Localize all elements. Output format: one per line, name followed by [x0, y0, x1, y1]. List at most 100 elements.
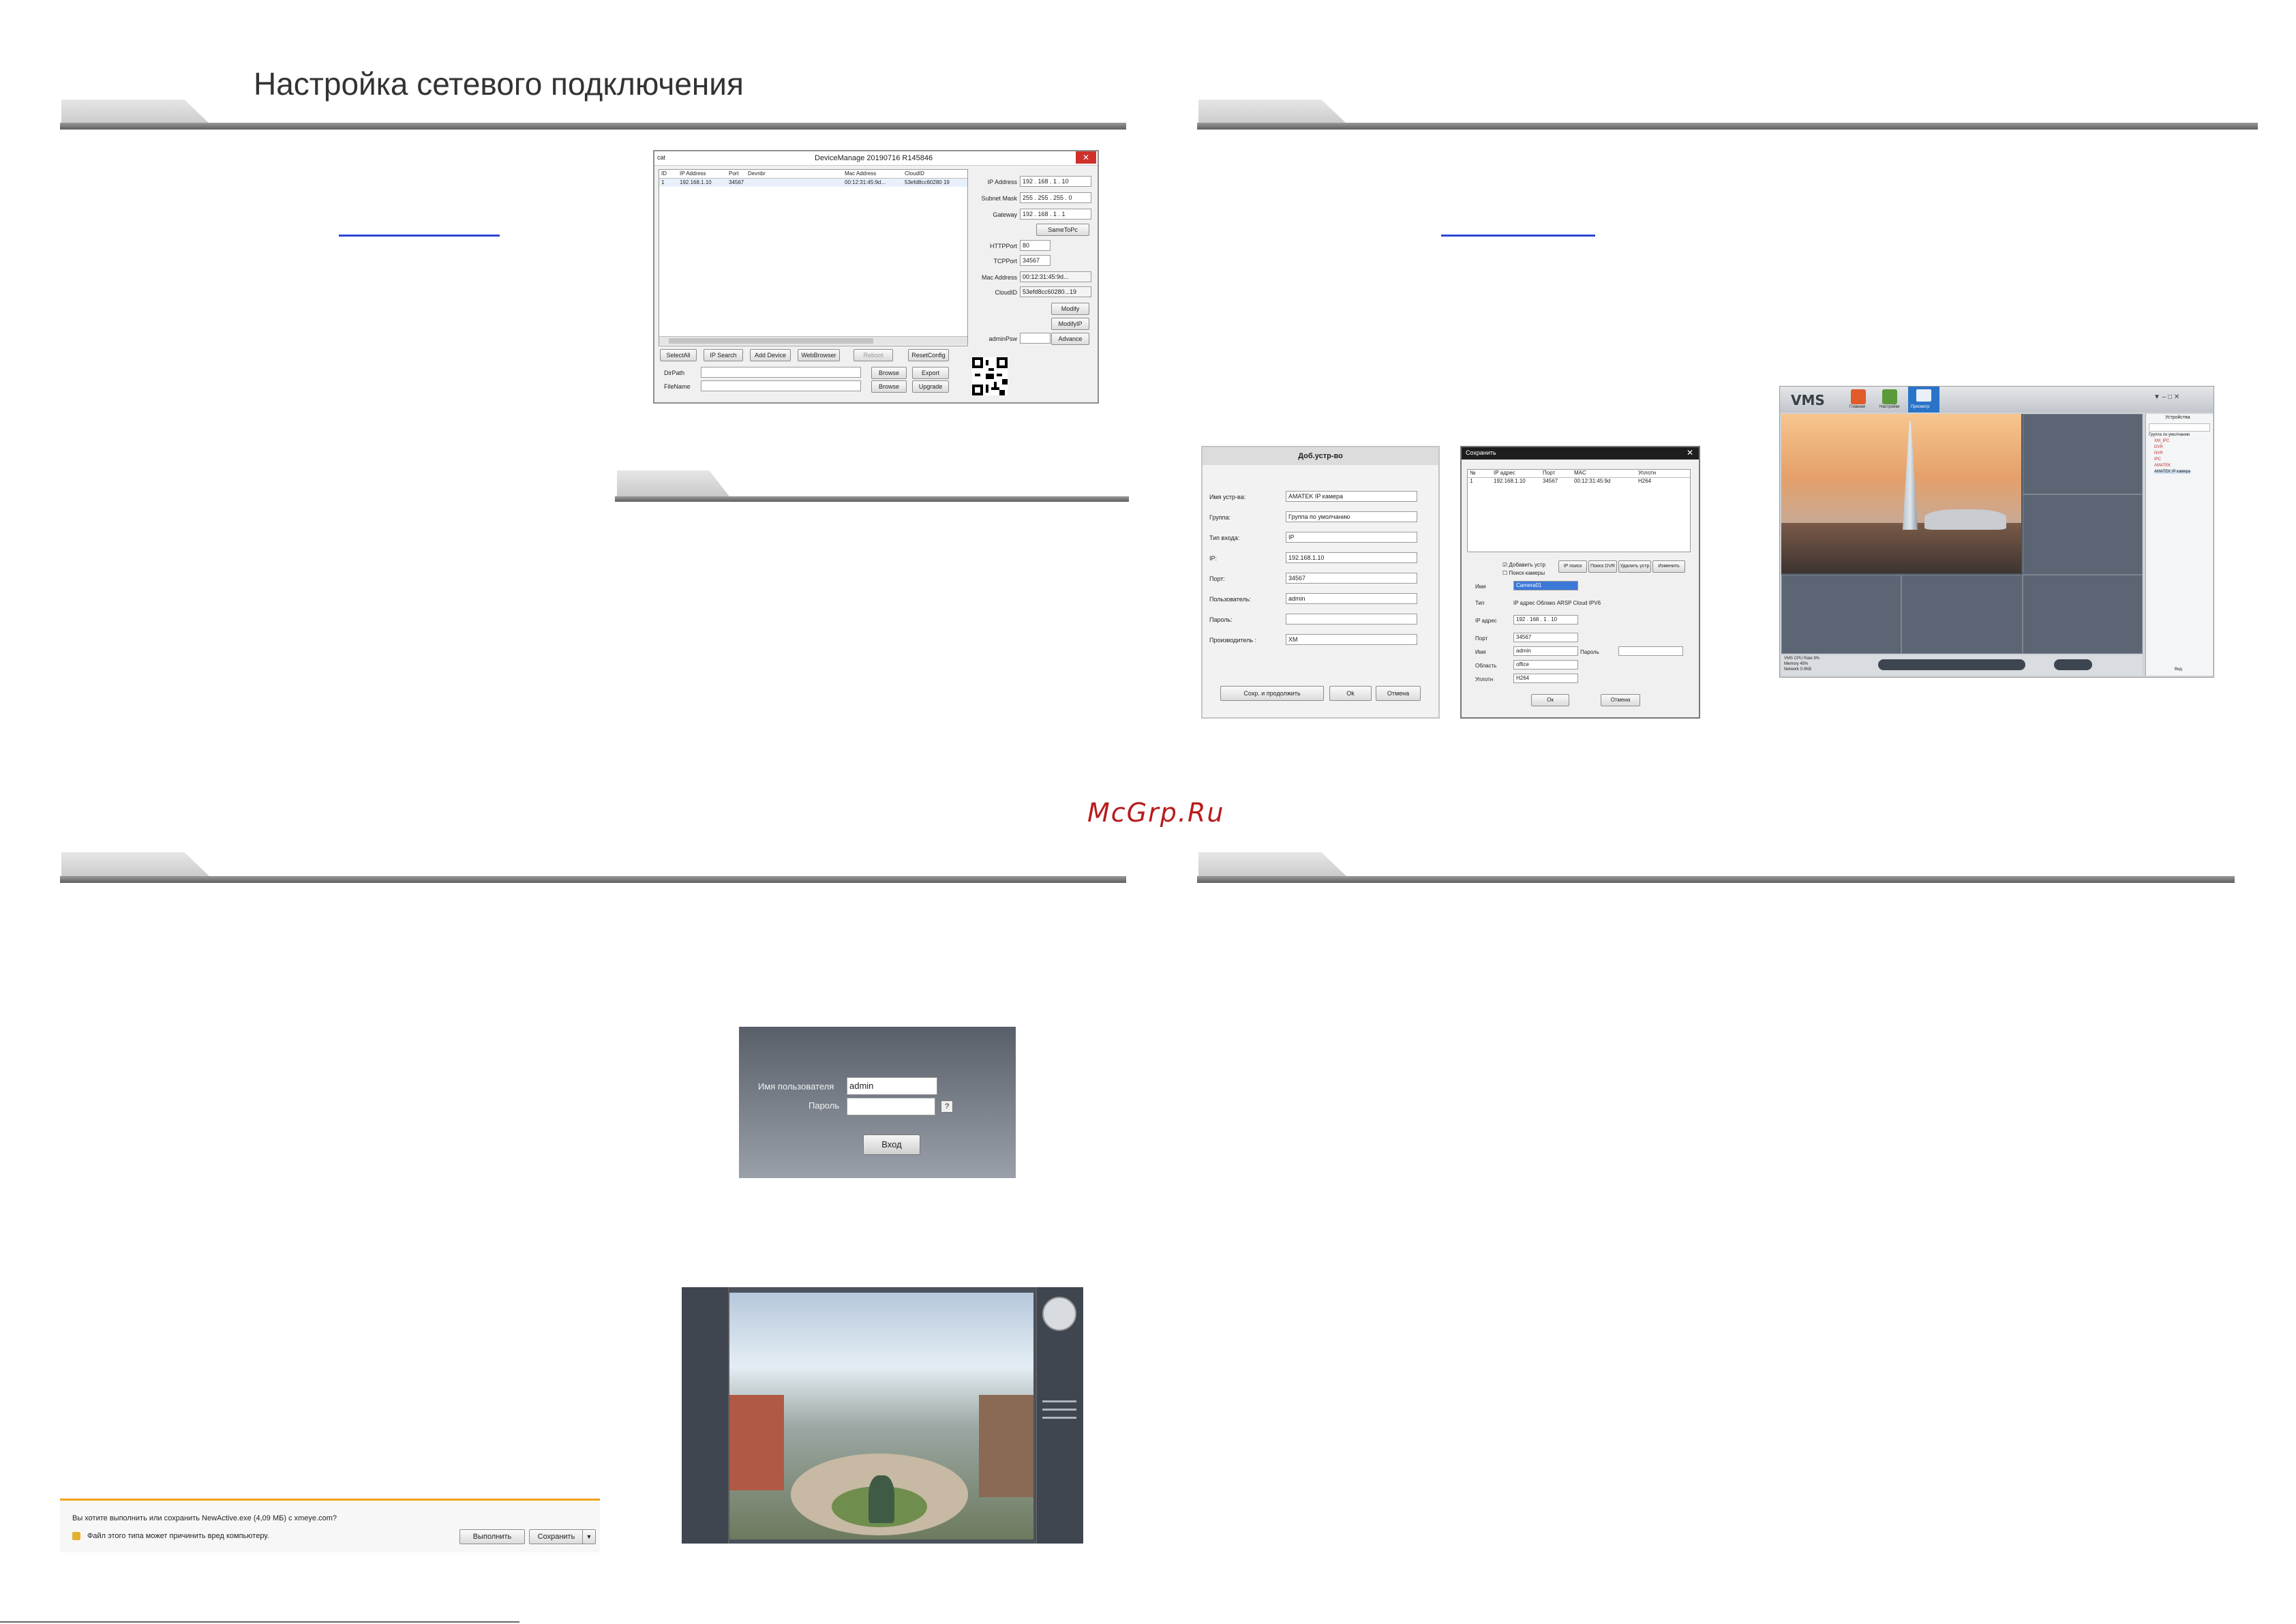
type-options[interactable]: IP адрес Облако ARSP Cloud IPV6 [1513, 600, 1601, 606]
vendor-select[interactable]: XM [1286, 634, 1417, 645]
gateway-field[interactable]: 192 . 168 . 1 . 1 [1020, 209, 1091, 220]
advance-button[interactable]: Advance [1051, 333, 1089, 345]
label-gateway: Gateway [993, 211, 1017, 218]
section-tab-mid-left [617, 470, 729, 496]
settings-tab-icon[interactable] [1882, 389, 1897, 404]
video-cell-3[interactable] [2023, 494, 2143, 575]
web-client-live-image[interactable] [729, 1293, 1033, 1539]
ip-address-field[interactable]: 192 . 168 . 1 . 10 [1020, 176, 1091, 187]
table-row[interactable]: 1 192.168.1.10 34567 00:12:31:45:9d... 5… [659, 179, 967, 187]
save-options-dropdown[interactable]: ▼ [582, 1529, 596, 1544]
user-field[interactable]: admin [1286, 593, 1417, 604]
dvr-search-button[interactable]: Поиск DVR [1588, 560, 1617, 573]
ptz-slider-2[interactable] [1042, 1409, 1076, 1411]
save-area-field[interactable]: office [1513, 660, 1578, 670]
port-field[interactable]: 34567 [1286, 573, 1417, 584]
scrollbar-thumb[interactable] [669, 338, 873, 344]
horizontal-scrollbar[interactable] [659, 336, 967, 345]
tree-item[interactable]: AMATEK [2154, 464, 2171, 468]
tree-item[interactable]: IPC [2154, 457, 2161, 462]
close-icon[interactable]: ✕ [1687, 448, 1693, 457]
view-tab[interactable]: Просмотр [1908, 387, 1939, 412]
vms-logo: VMS [1791, 392, 1825, 408]
search-camera-checkbox[interactable]: ☐ Поиск камеры [1502, 570, 1545, 576]
device-name-field[interactable]: AMATEK IP камера [1286, 491, 1417, 502]
export-button[interactable]: Export [912, 367, 949, 379]
username-field[interactable]: admin [847, 1077, 937, 1095]
camera-feed-image[interactable] [1781, 414, 2021, 573]
browse-button-1[interactable]: Browse [871, 367, 907, 379]
dir-path-field[interactable] [701, 367, 861, 378]
ip-search-button[interactable]: IP поиск [1558, 560, 1587, 573]
help-icon[interactable]: ? [941, 1100, 953, 1113]
add-device-button[interactable]: Add Device [750, 349, 791, 361]
close-button[interactable]: ✕ [1076, 151, 1096, 164]
video-cell-5[interactable] [1901, 575, 2023, 654]
file-name-field[interactable] [701, 380, 861, 391]
group-select[interactable]: Группа по умолчанию [1286, 511, 1417, 522]
edit-button[interactable]: Изменить [1652, 560, 1685, 573]
ptz-slider-1[interactable] [1042, 1400, 1076, 1402]
tree-item[interactable]: Группа по умолчанию [2149, 433, 2190, 437]
select-all-button[interactable]: SelectAll [660, 349, 697, 361]
video-cell-2[interactable] [2023, 414, 2143, 494]
reset-config-button[interactable]: ResetConfig [908, 349, 949, 361]
save-codec-select[interactable]: H264 [1513, 674, 1578, 683]
monument [868, 1475, 894, 1523]
password-field[interactable] [847, 1098, 935, 1115]
table-row[interactable]: 1 192.168.1.10 34567 00:12:31:45:9d H264 [1468, 478, 1690, 485]
ptz-joystick-icon[interactable] [1042, 1297, 1076, 1331]
login-type-select[interactable]: IP [1286, 532, 1417, 543]
browse-button-2[interactable]: Browse [871, 380, 907, 393]
section-tab-top-right [1198, 100, 1348, 125]
save-device-list[interactable]: № IP адрес Порт MAC Уплотн 1 192.168.1.1… [1467, 469, 1691, 552]
device-list[interactable]: ID IP Address Port Devnbr Mac Address Cl… [659, 169, 968, 346]
cell-ip: 192.168.1.10 [680, 179, 712, 185]
upgrade-button[interactable]: Upgrade [912, 380, 949, 393]
save-ok-button[interactable]: Ок [1531, 694, 1569, 706]
save-user-field[interactable]: admin [1513, 646, 1578, 656]
save-ip-field[interactable]: 192 . 168 . 1 . 10 [1513, 615, 1578, 625]
ok-button[interactable]: Ok [1329, 686, 1372, 701]
device-search-input[interactable] [2149, 423, 2210, 432]
add-device-checkbox[interactable]: ☑ Добавить устр [1502, 562, 1545, 568]
video-cell-4[interactable] [1781, 575, 1901, 654]
playback-buttons[interactable] [2054, 659, 2092, 670]
home-tab-icon[interactable] [1851, 389, 1866, 404]
tree-item[interactable]: XM_IPC [2154, 439, 2169, 443]
save-button[interactable]: Сохранить [529, 1529, 584, 1544]
cancel-button[interactable]: Отмена [1376, 686, 1421, 701]
reboot-button[interactable]: Reboot [854, 349, 893, 361]
password-field[interactable] [1286, 614, 1417, 625]
cloud-id-field[interactable]: 53efd8cc60280...19 [1020, 286, 1091, 297]
web-browser-button[interactable]: WebBrowser [798, 349, 840, 361]
tcp-port-field[interactable]: 34567 [1020, 255, 1051, 266]
layout-buttons[interactable] [1878, 659, 2025, 670]
save-and-continue-button[interactable]: Сохр. и продолжить [1220, 686, 1324, 701]
login-button[interactable]: Вход [863, 1134, 920, 1155]
tree-item-selected[interactable]: AMATEK IP камера [2154, 470, 2191, 474]
tree-item[interactable]: DVR [2154, 445, 2163, 449]
modify-button[interactable]: Modify [1051, 303, 1089, 315]
save-port-field[interactable]: 34567 [1513, 633, 1578, 642]
tree-item[interactable]: NVR [2154, 451, 2163, 455]
admin-password-field[interactable] [1020, 333, 1051, 344]
label-admin-psw: adminPsw [988, 335, 1017, 342]
modify-ip-button[interactable]: ModifyIP [1051, 318, 1089, 330]
window-controls[interactable]: ▼ ‒ □ ✕ [2154, 393, 2179, 401]
same-to-pc-button[interactable]: SameToPc [1036, 224, 1089, 236]
save-password-field[interactable] [1618, 646, 1683, 656]
ptz-slider-3[interactable] [1042, 1417, 1076, 1419]
subnet-mask-field[interactable]: 255 . 255 . 255 . 0 [1020, 192, 1091, 203]
run-button[interactable]: Выполнить [459, 1529, 525, 1544]
ip-search-button[interactable]: IP Search [704, 349, 743, 361]
video-cell-6[interactable] [2023, 575, 2143, 654]
mac-address-field[interactable]: 00:12:31:45:9d... [1020, 271, 1091, 282]
link-underline-right[interactable] [1441, 235, 1595, 237]
delete-device-button[interactable]: Удалить устр [1618, 560, 1651, 573]
link-underline-left[interactable] [339, 235, 500, 237]
camera-name-field[interactable]: Camera01 [1513, 581, 1578, 590]
save-cancel-button[interactable]: Отмена [1601, 694, 1640, 706]
http-port-field[interactable]: 80 [1020, 240, 1051, 251]
ip-field[interactable]: 192.168.1.10 [1286, 552, 1417, 563]
